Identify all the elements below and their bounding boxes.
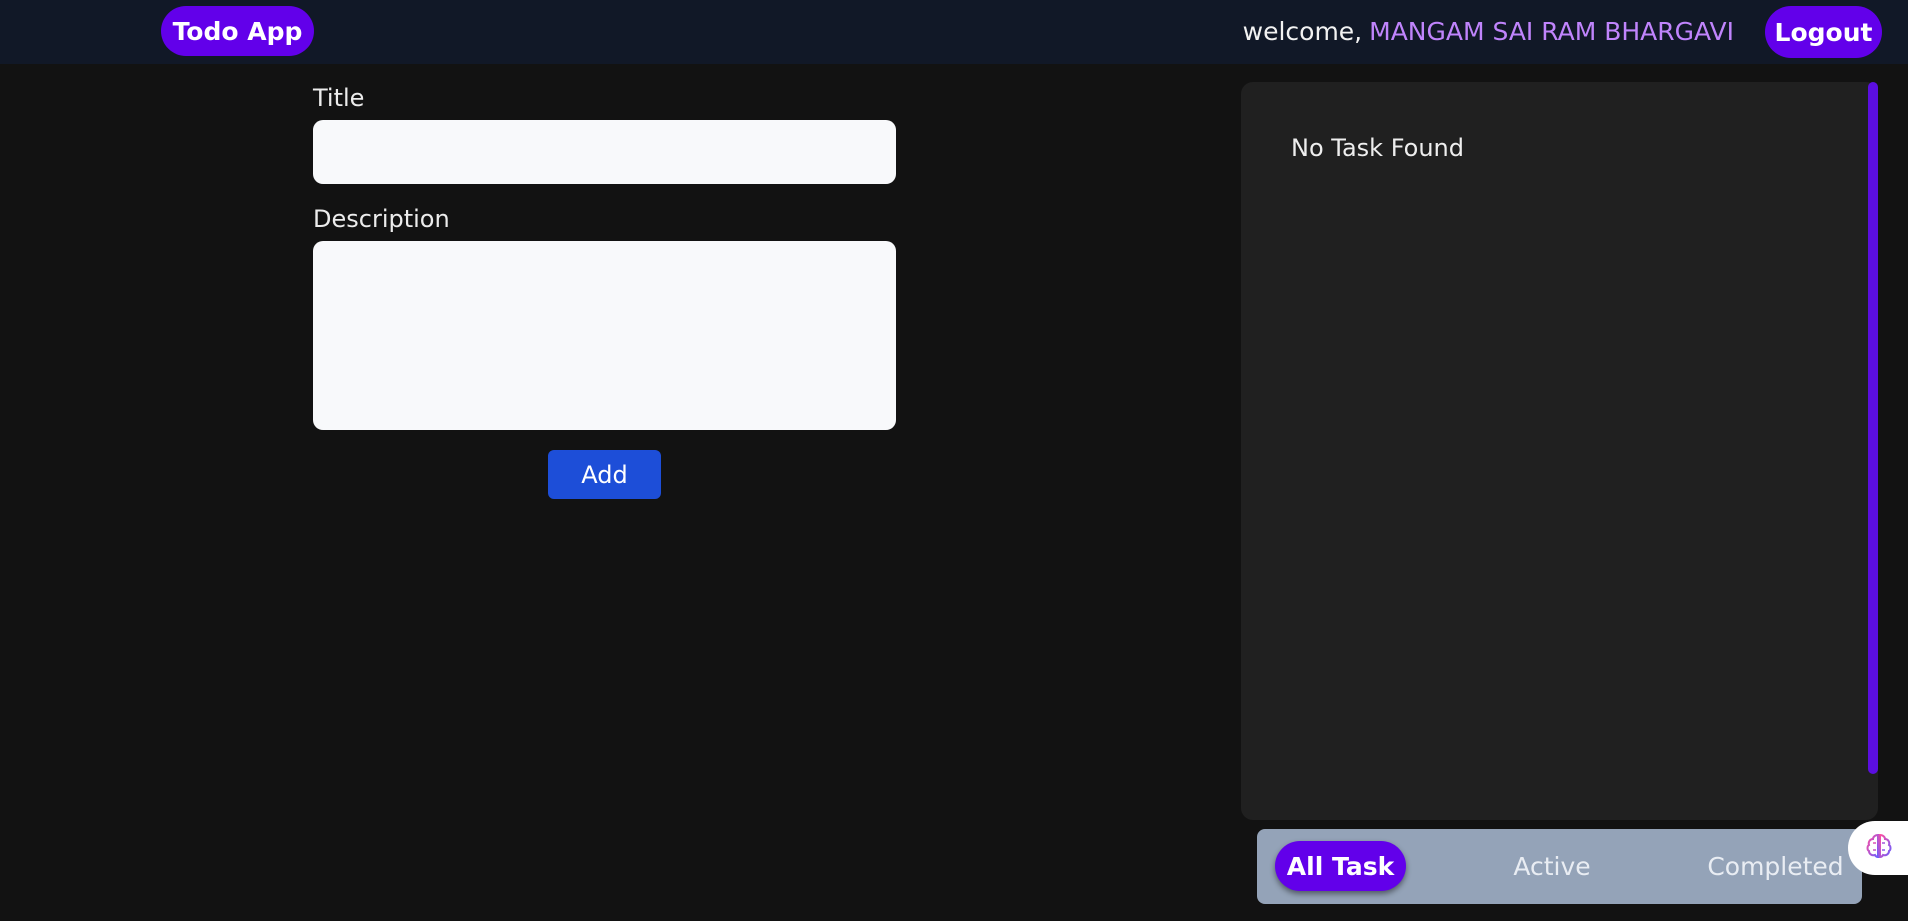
description-input[interactable] [313, 241, 896, 430]
filter-completed-button[interactable]: Completed [1693, 841, 1858, 891]
task-list-scrollbar[interactable] [1868, 82, 1878, 774]
title-input[interactable] [313, 120, 896, 184]
filter-active-button[interactable]: Active [1497, 841, 1607, 891]
assistant-widget-button[interactable] [1848, 821, 1908, 875]
logout-button[interactable]: Logout [1765, 6, 1882, 58]
welcome-label: welcome, [1242, 16, 1363, 46]
top-navbar: Todo App welcome, MANGAM SAI RAM BHARGAV… [0, 0, 1908, 64]
add-button[interactable]: Add [548, 450, 661, 499]
user-name: MANGAM SAI RAM BHARGAVI [1369, 16, 1734, 46]
filter-all-tasks-button[interactable]: All Task [1275, 841, 1406, 891]
filter-bar: All Task Active Completed [1257, 829, 1862, 904]
task-list-panel: No Task Found [1241, 82, 1878, 820]
empty-state-message: No Task Found [1291, 134, 1464, 162]
description-label: Description [313, 205, 450, 233]
welcome-text: welcome, MANGAM SAI RAM BHARGAVI [1243, 14, 1734, 48]
title-label: Title [313, 84, 365, 112]
brain-icon [1864, 831, 1894, 865]
brand-button[interactable]: Todo App [161, 6, 314, 56]
